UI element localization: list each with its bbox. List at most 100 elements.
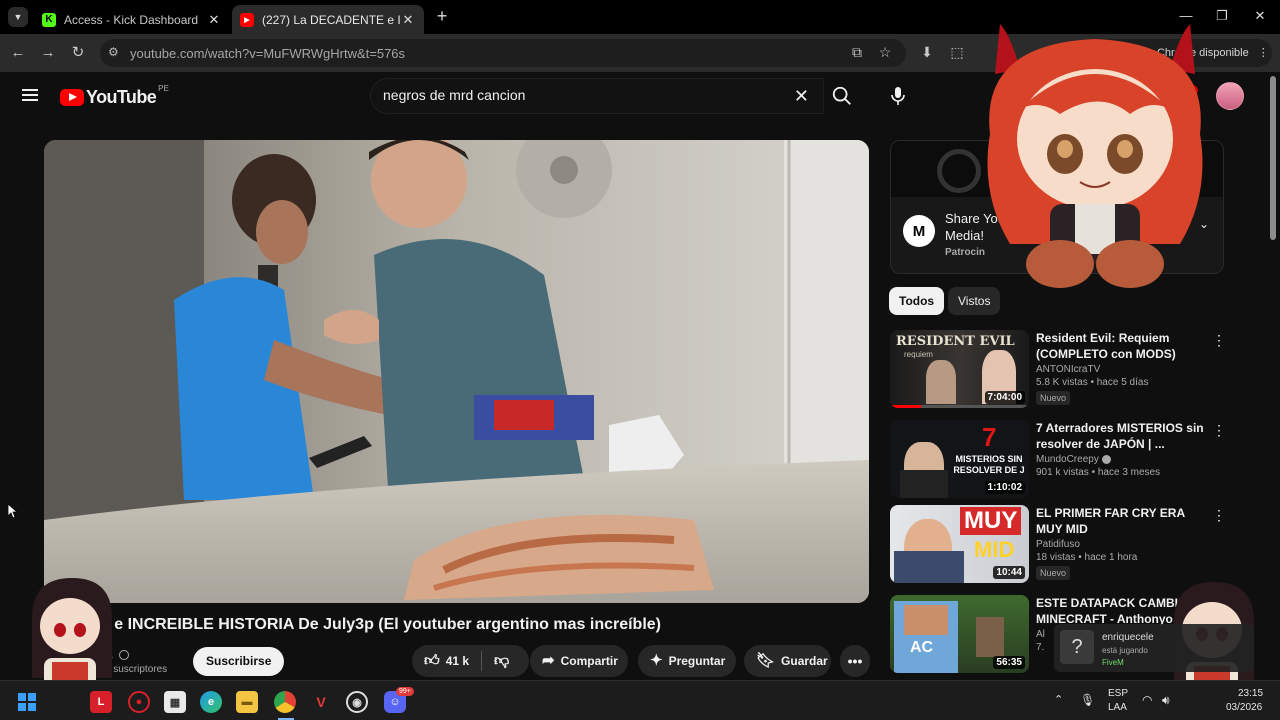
app-valorant-icon[interactable]: V [310,691,332,713]
thumbnail-subtitle-text: requiem [904,350,933,359]
video-thumbnail[interactable]: MUY MID 10:44 [890,505,1029,583]
verified-icon [1101,454,1111,464]
recommendation-channel[interactable]: ANTONIcraTV [1036,364,1206,375]
kick-favicon-icon: K [42,12,56,27]
unknown-game-icon: ? [1060,630,1094,664]
thumbs-down-icon[interactable]: 👎︎ [494,645,509,677]
download-icon[interactable]: ⬇ [918,44,936,62]
search-box[interactable]: ✕ [370,78,824,114]
site-info-icon[interactable]: ⚙ [108,45,124,61]
clock-time[interactable]: 23:15 [1238,688,1263,699]
back-icon[interactable]: ← [8,43,28,63]
more-options-icon[interactable]: ⋮ [1212,507,1226,524]
recommendation-channel[interactable]: MundoCreepy [1036,454,1206,465]
clock-date[interactable]: 03/2026 [1226,702,1262,713]
edge-browser-icon[interactable]: e [200,691,222,713]
recommendation-title[interactable]: 7 Aterradores MISTERIOS sin resolver de … [1036,420,1206,452]
address-bar[interactable]: ⚙ youtube.com/watch?v=MuFWRWgHrtw&t=576s [100,39,906,67]
divider [481,651,483,671]
close-tab-icon[interactable]: ✕ [206,12,222,28]
microphone-icon [891,87,905,105]
video-title: ADENTE e INCREIBLE HISTORIA De July3p (E… [44,616,661,633]
tray-overflow-icon[interactable]: ⌃ [1054,693,1063,706]
subscribe-button[interactable]: Suscribirse [193,647,285,676]
youtube-logo[interactable]: YouTube PE [60,84,169,108]
new-badge: Nuevo [1036,391,1071,405]
menu-kebab-icon[interactable]: ⋮ [1258,47,1269,59]
wifi-icon[interactable]: ◠ [1142,693,1152,707]
video-player[interactable] [44,140,869,603]
close-tab-icon[interactable]: ✕ [400,12,416,28]
video-thumbnail[interactable]: 7 MISTERIOS SIN RESOLVER DE J 1:10:02 [890,420,1029,498]
recommendation-channel[interactable]: Patidifuso [1036,539,1206,550]
obs-studio-icon[interactable]: ◉ [346,691,368,713]
chrome-browser-icon[interactable] [274,691,296,713]
tab-youtube-video[interactable]: ▶ (227) La DECADENTE e INCREÍBLE ✕ [232,5,424,34]
new-tab-button[interactable]: + [432,7,452,27]
forward-icon[interactable]: → [38,43,58,63]
start-menu-icon[interactable] [16,691,38,713]
close-window-icon[interactable]: ✕ [1250,8,1270,24]
vtuber-plush-overlay-image [987,24,1203,288]
logo-region: PE [158,84,169,93]
video-duration: 7:04:00 [984,391,1025,404]
recommendation-title[interactable]: Resident Evil: Requiem (COMPLETO con MOD… [1036,330,1206,362]
more-options-icon[interactable]: ⋮ [1212,332,1226,349]
thumbnail-title-text: RESIDENT EVIL [896,334,1015,349]
youtube-play-icon [60,89,84,106]
thumbnail-subtitle-text: MID [974,537,1015,562]
more-options-icon[interactable]: ⋮ [1212,422,1226,439]
recommendation-meta: 5.8 K vistas • hace 5 días [1036,377,1149,388]
cast-icon[interactable]: ⧉ [848,44,866,62]
file-explorer-icon[interactable]: ▬ [236,691,258,713]
tray-mic-icon[interactable]: 🎙︎ [1080,693,1095,707]
volume-icon[interactable]: 🔊︎ [1162,693,1170,708]
tab-search-dropdown[interactable]: ▼ [8,7,28,27]
extensions-icon[interactable]: ⬚ [948,44,966,62]
voice-search-button[interactable] [880,78,916,114]
more-actions-button[interactable]: ••• [840,645,870,677]
recommendation-meta: 18 vistas • hace 1 hora [1036,552,1138,563]
thumbnail-title-text: MUY [960,507,1022,535]
microsoft-store-icon[interactable]: ▦ [164,691,186,713]
activity-status: está jugando [1102,646,1148,655]
language-secondary[interactable]: LAA [1108,702,1127,713]
video-duration: 10:44 [993,566,1025,579]
activity-game: FiveM [1102,658,1124,667]
search-button[interactable] [824,78,860,114]
search-input[interactable] [383,87,773,103]
channel-name: MundoCreepy [1036,454,1099,465]
reload-icon[interactable]: ↻ [68,43,88,63]
language-primary[interactable]: ESP [1108,688,1128,699]
recommendation-item[interactable]: MUY MID 10:44 EL PRIMER FAR CRY ERA MUY … [890,505,1226,585]
share-arrow-icon: ➦ [542,652,555,669]
thumbnail-subtitle-text: MISTERIOS SIN RESOLVER DE J [953,454,1025,475]
clear-search-icon[interactable]: ✕ [794,86,809,107]
save-button[interactable]: 🔖︎ Guardar [744,645,831,677]
page-scrollbar-thumb[interactable] [1270,76,1276,240]
video-thumbnail[interactable]: RESIDENT EVIL requiem 7:04:00 [890,330,1029,408]
app-record-icon[interactable]: ● [128,691,150,713]
bookmark-star-icon[interactable]: ☆ [876,44,894,62]
share-button[interactable]: ➦ Compartir [530,645,628,677]
like-dislike-group: 👍︎ 41 k 👎︎ [412,645,529,677]
discord-activity-card: ? enriquecele está jugando FiveM [1054,624,1254,672]
save-label: Guardar [781,654,828,668]
video-frame-image [44,140,869,603]
recommendation-item[interactable]: RESIDENT EVIL requiem 7:04:00 Resident E… [890,330,1226,410]
sparkle-icon: ✦ [650,652,663,669]
recommendation-title[interactable]: EL PRIMER FAR CRY ERA MUY MID [1036,505,1206,537]
ask-label: Preguntar [668,654,726,668]
ask-button[interactable]: ✦ Preguntar [638,645,736,677]
like-button[interactable]: 👍︎ 41 k [412,645,469,677]
tab-kick-dashboard[interactable]: K Access - Kick Dashboard ✕ [34,5,230,34]
thumbnail-title-text: AC [910,639,934,656]
watch-progress-bar [890,405,921,408]
recommendation-item[interactable]: 7 MISTERIOS SIN RESOLVER DE J 1:10:02 7 … [890,420,1226,500]
chip-todos[interactable]: Todos [889,287,945,315]
account-avatar[interactable] [1216,82,1244,110]
video-thumbnail[interactable]: AC 56:35 [890,595,1029,673]
hamburger-menu-icon[interactable] [22,89,38,101]
app-l-icon[interactable]: L [90,691,112,713]
recommendation-meta: 901 k vistas • hace 3 meses [1036,467,1161,478]
